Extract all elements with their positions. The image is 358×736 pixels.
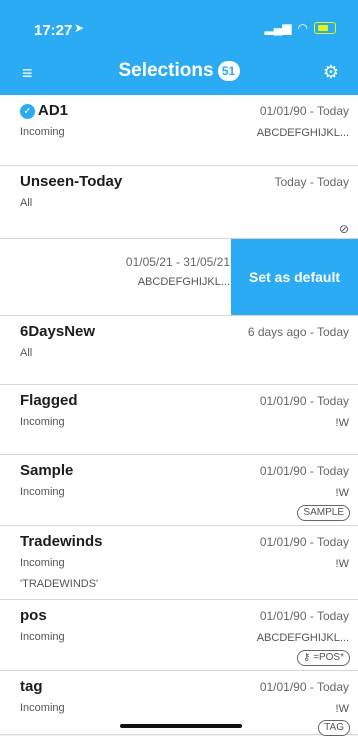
selection-filter: !W [335,558,349,570]
count-badge: 51 [217,61,240,81]
selection-dates: 01/05/21 - 31/05/21 [125,255,230,269]
selection-filter: !W [335,703,349,715]
selection-source: Incoming [20,557,65,569]
app-header: 17:27 ➤ ▂▄▆ ◠ ≡ Selections 51 ⚙ [0,0,358,95]
selection-row-sample[interactable]: Sample 01/01/90 - Today Incoming !W SAMP… [0,455,358,526]
selection-name: Tradewinds [20,533,103,550]
selection-row-pos[interactable]: pos 01/01/90 - Today Incoming ABCDEFGHIJ… [0,600,358,671]
eye-slash-icon: ⊘ [338,222,349,236]
selection-filter: !W [335,417,349,429]
selection-source: Incoming [20,486,65,498]
selection-source: All [20,197,33,209]
tag-badge: SAMPLE [297,505,350,521]
selection-row-flagged[interactable]: Flagged 01/01/90 - Today Incoming !W [0,385,358,455]
selection-row-tradewinds[interactable]: Tradewinds 01/01/90 - Today Incoming 'TR… [0,526,358,600]
battery-icon [314,22,336,34]
selection-source: Incoming [20,416,65,428]
selection-source: All [20,347,33,359]
selection-dates: 6 days ago - Today [247,325,349,339]
status-time: 17:27 [34,22,73,39]
check-icon: ✓ [20,103,35,119]
header-title-wrap: Selections 51 [0,60,358,82]
selection-row-6daysnew[interactable]: 6DaysNew 6 days ago - Today All [0,316,358,385]
page-title: Selections [118,60,214,81]
selection-name: 6DaysNew [20,323,96,340]
selection-name: pos [20,607,47,624]
selection-source: Incoming [20,702,65,714]
key-icon: ⚷ [303,652,314,663]
selection-source: Incoming [20,126,65,138]
selection-dates: 01/01/90 - Today [259,535,349,549]
selection-filter: !W [335,487,349,499]
selection-dates: 01/01/90 - Today [259,609,349,623]
wifi-icon: ◠ [297,21,308,35]
set-as-default-button[interactable]: Set as default [231,239,358,315]
selection-dates: 01/01/90 - Today [259,464,349,478]
settings-gear-icon[interactable]: ⚙ [323,63,339,81]
location-arrow-icon: ➤ [74,21,85,35]
selection-name: tag [20,678,43,695]
selection-name: Sample [20,462,74,479]
selection-name: ✓ AD1 [20,102,68,119]
status-icons: ▂▄▆ ◠ [265,21,336,35]
selection-dates: 01/01/90 - Today [259,394,349,408]
selection-source: Incoming [20,631,65,643]
status-bar: 17:27 ➤ ▂▄▆ ◠ [0,0,358,50]
tag-badge: ⚷ =POS* [297,650,350,666]
selection-name: Flagged [20,392,78,409]
selection-dates: 01/01/90 - Today [259,680,349,694]
selection-filter: ABCDEFGHIJKL... [256,127,349,139]
signal-icon: ▂▄▆ [264,21,292,35]
selection-row-ad1[interactable]: ✓ AD1 01/01/90 - Today Incoming ABCDEFGHI… [0,95,358,166]
selection-filter: ABCDEFGHIJKL... [137,276,230,288]
selection-name: Unseen-Today [20,173,123,190]
selection-dates: 01/01/90 - Today [259,104,349,118]
home-indicator [120,724,242,728]
selection-row-unseen-today[interactable]: Unseen-Today Today - Today All ⊘ [0,166,358,239]
selection-filter: ABCDEFGHIJKL... [256,632,349,644]
selection-dates: Today - Today [274,175,350,189]
selection-source-detail: 'TRADEWINDS' [20,578,99,590]
swiped-selection-row[interactable]: 01/05/21 - 31/05/21 ABCDEFGHIJKL... Set … [0,239,358,316]
